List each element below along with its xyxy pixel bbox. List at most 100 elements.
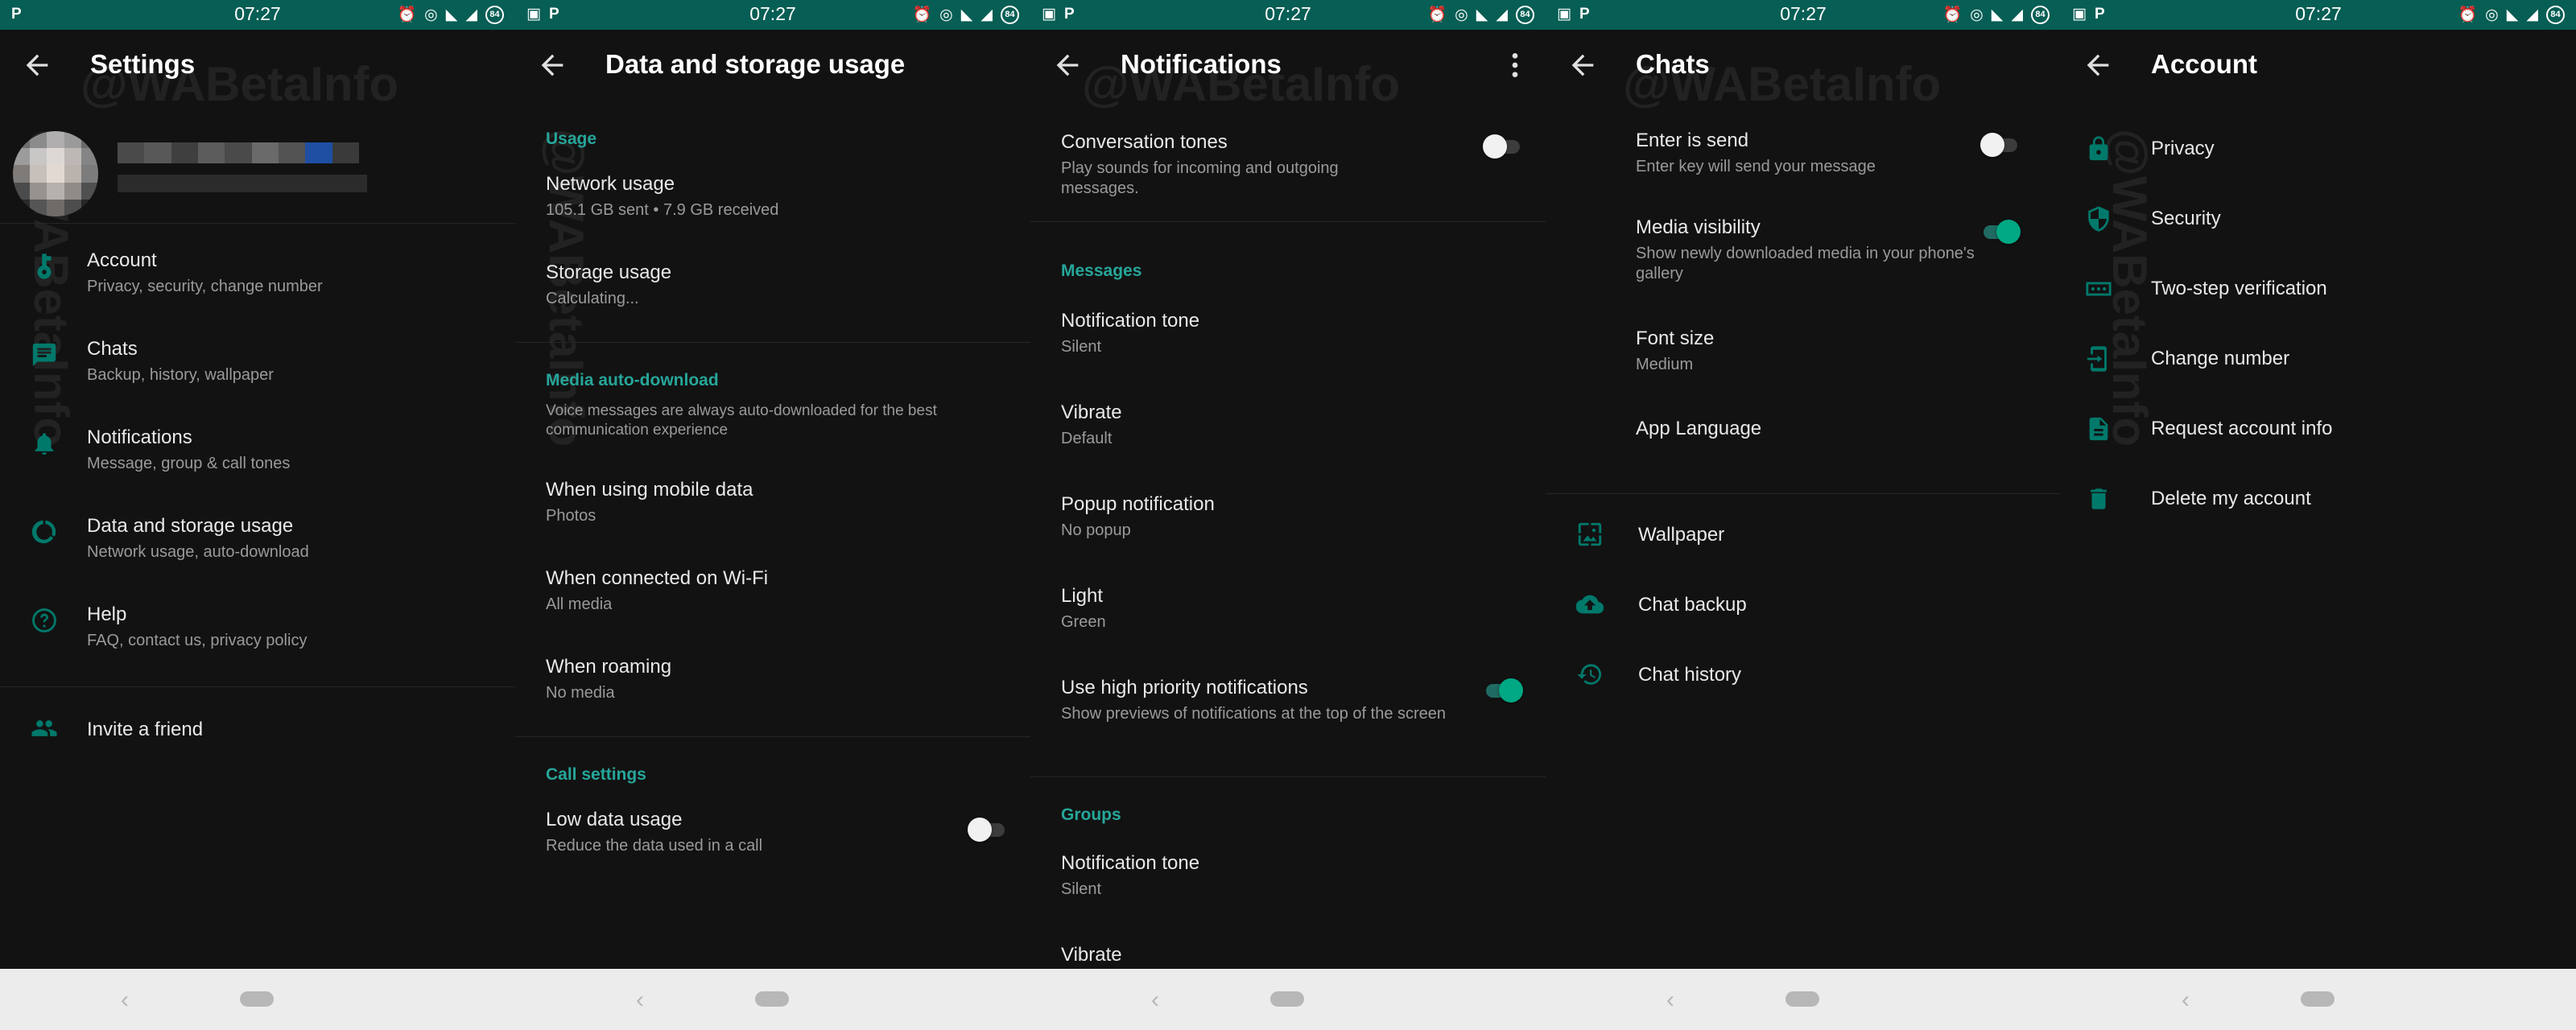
account-item-delete[interactable]: Delete my account [2061,475,2576,523]
item-subtitle: Reduce the data used in a call [546,837,763,855]
conversation-tones-toggle[interactable] [1483,133,1523,160]
account-item-privacy[interactable]: Privacy [2061,125,2576,173]
account-item-security[interactable]: Security [2061,195,2576,243]
group-tone-item[interactable]: Notification tone Silent [1061,852,1546,900]
section-header-call-settings: Call settings [546,765,646,784]
hotspot-icon: ◎ [2485,6,2499,23]
account-item-two-step[interactable]: Two-step verification [2061,265,2576,313]
hotspot-icon: ◎ [424,6,438,23]
nav-home-pill[interactable] [2301,991,2334,1007]
page-title: Chats [1636,49,1710,79]
back-arrow-icon[interactable] [536,49,568,81]
people-icon [31,720,57,736]
avatar[interactable] [13,131,98,216]
chats-screen: ▣P 07:27 ⏰ ◎ ◣ ◢ 84 Chats @WABetaInfo En… [1546,0,2061,1030]
settings-item-subtitle: Network usage, auto-download [87,543,309,561]
invite-friend-label: Invite a friend [87,719,204,740]
system-nav-bar: ‹ [1546,969,2061,1030]
popup-notification-item[interactable]: Popup notification No popup [1061,493,1546,541]
battery-icon: 84 [1001,6,1019,24]
account-item-label: Security [2151,208,2221,229]
nav-back-icon[interactable]: ‹ [1666,987,1674,1014]
low-data-usage-item[interactable]: Low data usage Reduce the data used in a… [515,809,1030,865]
chat-history-label: Chat history [1638,664,1742,686]
item-title: Popup notification [1061,493,1215,515]
light-item[interactable]: Light Green [1061,585,1546,632]
storage-usage-item[interactable]: Storage usage Calculating... [546,262,1030,309]
data-storage-screen: ▣ P 07:27 ⏰ ◎ ◣ ◢ 84 Data and storage usa… [515,0,1030,1030]
nav-home-pill[interactable] [1785,991,1819,1007]
divider [515,342,1030,343]
wallpaper-item[interactable]: Wallpaper [1546,511,2061,559]
chat-backup-item[interactable]: Chat backup [1546,581,2061,629]
settings-item-subtitle: FAQ, contact us, privacy policy [87,632,308,649]
nav-back-icon[interactable]: ‹ [1151,987,1159,1014]
hotspot-icon: ◎ [939,6,953,23]
nav-back-icon[interactable]: ‹ [2182,987,2190,1014]
app-bar: Data and storage usage [515,30,1030,101]
alarm-icon: ⏰ [912,6,932,23]
nav-home-pill[interactable] [1270,991,1304,1007]
group-vibrate-item[interactable]: Vibrate [1061,944,1546,966]
divider [515,736,1030,737]
settings-screen: P 07:27 ⏰ ◎ ◣ ◢ 84 Settings @WABetaInfo … [0,0,515,1030]
item-title: Conversation tones [1061,131,1228,153]
item-subtitle: Green [1061,613,1106,631]
nav-back-icon[interactable]: ‹ [121,987,129,1014]
item-title: Notification tone [1061,852,1200,874]
back-arrow-icon[interactable] [21,49,53,81]
back-arrow-icon[interactable] [1051,49,1084,81]
high-priority-toggle[interactable] [1483,677,1523,704]
nav-back-icon[interactable]: ‹ [636,987,644,1014]
item-subtitle: Play sounds for incoming and outgoing me… [1061,159,1339,197]
page-title: Settings [90,49,196,79]
roaming-item[interactable]: When roaming No media [546,656,1030,703]
back-arrow-icon[interactable] [1567,49,1599,81]
media-visibility-item[interactable]: Media visibility Show newly downloaded m… [1546,216,2061,289]
settings-item-title: Notifications [87,426,192,448]
overflow-menu-icon[interactable] [1499,49,1531,81]
alarm-icon: ⏰ [1942,6,1963,23]
font-size-item[interactable]: Font size Medium [1636,328,2061,375]
account-item-change-number[interactable]: Change number [2061,335,2576,383]
item-subtitle: Silent [1061,338,1102,356]
item-title: Enter is send [1636,130,1749,151]
account-item-request-info[interactable]: Request account info [2061,405,2576,453]
status-bar: P 07:27 ⏰ ◎ ◣ ◢ 84 [0,0,515,30]
account-item-label: Privacy [2151,138,2215,159]
profile-status-redacted [118,175,367,192]
media-visibility-toggle[interactable] [1980,218,2021,245]
chat-history-item[interactable]: Chat history [1546,651,2061,699]
signal-icon: ◢ [2011,6,2023,23]
settings-item-title: Account [87,249,157,271]
nav-home-pill[interactable] [755,991,789,1007]
status-bar: ▣ P 07:27 ⏰ ◎ ◣ ◢ 84 [1546,0,2061,30]
invite-friend-item[interactable]: Invite a friend [0,696,515,760]
message-vibrate-item[interactable]: Vibrate Default [1061,402,1546,449]
high-priority-item[interactable]: Use high priority notifications Show pre… [1030,677,1546,749]
back-arrow-icon[interactable] [2082,49,2114,81]
chat-backup-label: Chat backup [1638,594,1747,616]
conversation-tones-item[interactable]: Conversation tones Play sounds for incom… [1030,131,1546,197]
item-title: Vibrate [1061,402,1122,423]
app-language-item[interactable]: App Language [1636,418,2061,440]
profile-header[interactable] [0,101,515,221]
enter-is-send-item[interactable]: Enter is send Enter key will send your m… [1546,130,2061,186]
app-bar: Chats [1546,30,2061,101]
wifi-icon: ◣ [1991,6,2004,23]
wifi-item[interactable]: When connected on Wi-Fi All media [546,567,1030,615]
wifi-icon: ◣ [960,6,973,23]
battery-icon: 84 [2546,6,2565,24]
item-title: When using mobile data [546,479,753,501]
signal-icon: ◢ [465,6,477,23]
item-title: Notification tone [1061,310,1200,332]
item-title: Storage usage [546,262,672,283]
mobile-data-item[interactable]: When using mobile data Photos [546,479,1030,526]
enter-is-send-toggle[interactable] [1980,131,2021,159]
history-icon [1577,664,1602,685]
settings-item-title: Data and storage usage [87,515,294,537]
nav-home-pill[interactable] [240,991,274,1007]
network-usage-item[interactable]: Network usage 105.1 GB sent • 7.9 GB rec… [546,173,1030,220]
low-data-usage-toggle[interactable] [968,816,1008,843]
message-tone-item[interactable]: Notification tone Silent [1061,310,1546,357]
